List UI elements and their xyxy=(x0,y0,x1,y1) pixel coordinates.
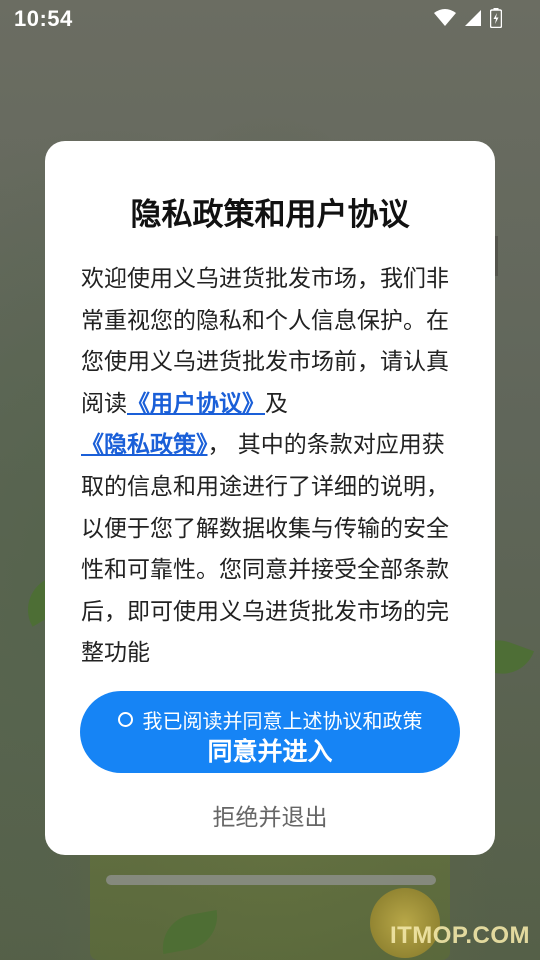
consent-label: 我已阅读并同意上述协议和政策 xyxy=(142,709,423,733)
battery-icon xyxy=(489,8,503,33)
agree-button-label: 同意并进入 xyxy=(207,737,333,766)
status-time: 10:54 xyxy=(14,6,73,31)
watermark: ITMOP.COM xyxy=(389,922,530,949)
signal-icon xyxy=(464,9,482,32)
privacy-policy-link[interactable]: 《隐私政策》 xyxy=(81,432,208,458)
wifi-icon xyxy=(434,9,456,32)
consent-checkbox-row[interactable]: 我已阅读并同意上述协议和政策 xyxy=(80,705,460,734)
body-text-2: ， 其中的条款对应用获取的信息和用途进行了详细的说明，以便于您了解数据收集与传输… xyxy=(81,432,449,667)
privacy-dialog: 隐私政策和用户协议 欢迎使用义乌进货批发市场，我们非常重视您的隐私和个人信息保护… xyxy=(45,141,495,855)
body-conjunction: 及 xyxy=(265,390,288,417)
home-indicator[interactable] xyxy=(106,875,436,885)
status-icons xyxy=(434,8,503,33)
dialog-body: 欢迎使用义乌进货批发市场，我们非常重视您的隐私和个人信息保护。在您使用义乌进货批… xyxy=(81,259,466,675)
reject-button[interactable]: 拒绝并退出 xyxy=(45,798,495,832)
agree-button[interactable]: 我已阅读并同意上述协议和政策 同意并进入 xyxy=(80,691,460,773)
dialog-title: 隐私政策和用户协议 xyxy=(130,197,410,233)
status-bar: 10:54 xyxy=(0,0,540,38)
user-agreement-link[interactable]: 《用户协议》 xyxy=(127,391,265,417)
radio-icon[interactable] xyxy=(117,712,133,727)
